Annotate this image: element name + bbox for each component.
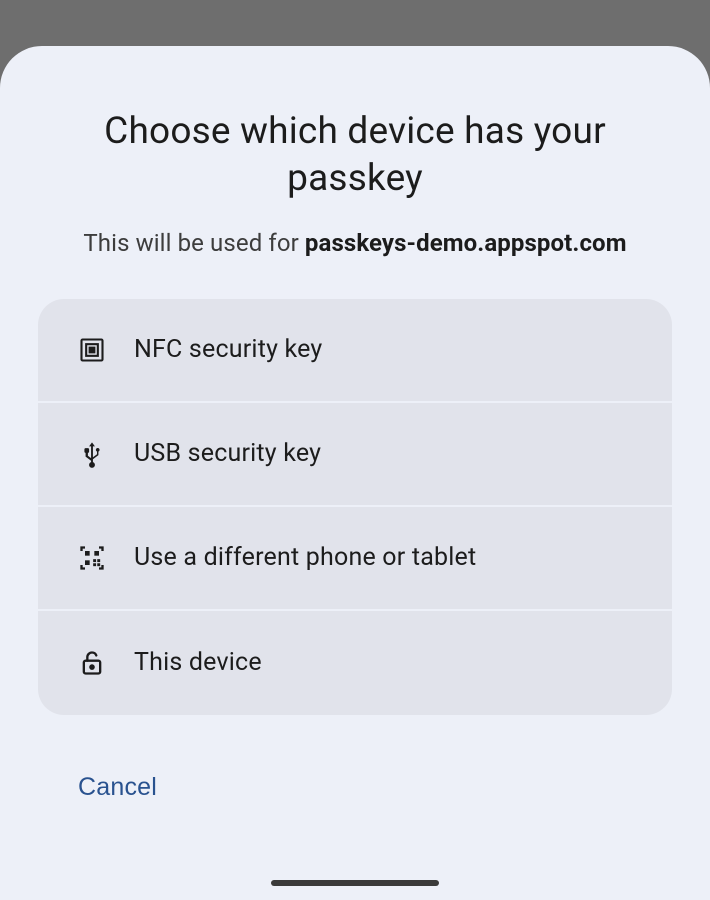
lock-open-icon xyxy=(78,649,106,677)
subtitle-domain: passkeys-demo.appspot.com xyxy=(305,229,627,257)
option-label: This device xyxy=(134,648,262,677)
nfc-icon xyxy=(78,336,106,364)
usb-icon xyxy=(78,440,106,468)
option-different-phone[interactable]: Use a different phone or tablet xyxy=(38,507,672,611)
option-label: Use a different phone or tablet xyxy=(134,543,476,572)
option-nfc-security-key[interactable]: NFC security key xyxy=(38,299,672,403)
cancel-button[interactable]: Cancel xyxy=(78,773,157,802)
option-label: NFC security key xyxy=(134,335,322,364)
device-options-list: NFC security key USB security key xyxy=(38,299,672,715)
sheet-title: Choose which device has your passkey xyxy=(38,108,672,203)
option-usb-security-key[interactable]: USB security key xyxy=(38,403,672,507)
gesture-nav-bar[interactable] xyxy=(271,880,439,886)
bottom-sheet: Choose which device has your passkey Thi… xyxy=(0,46,710,900)
cancel-row: Cancel xyxy=(38,773,672,802)
option-label: USB security key xyxy=(134,439,321,468)
subtitle-prefix: This will be used for xyxy=(83,229,305,257)
qr-code-icon xyxy=(78,544,106,572)
option-this-device[interactable]: This device xyxy=(38,611,672,715)
sheet-subtitle: This will be used for passkeys-demo.apps… xyxy=(38,229,672,257)
